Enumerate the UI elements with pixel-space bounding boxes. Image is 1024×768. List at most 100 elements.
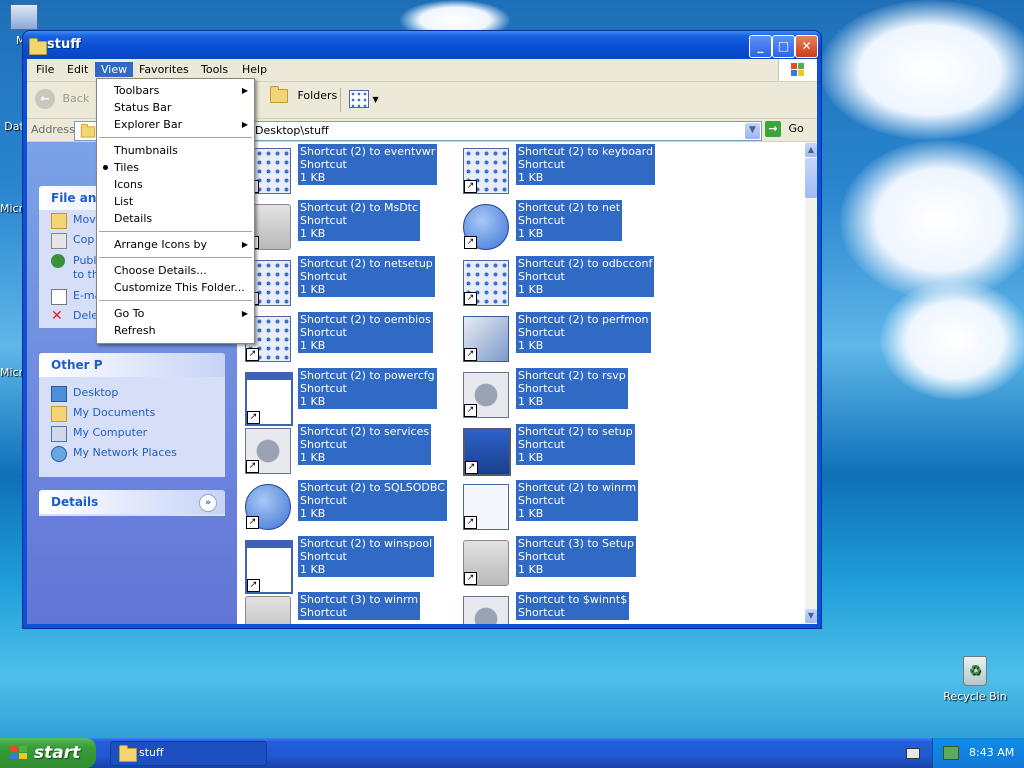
view-menu-item-thumbnails[interactable]: Thumbnails bbox=[97, 142, 254, 159]
file-tile[interactable]: ↗ Shortcut (2) to net Shortcut 1 KB bbox=[459, 200, 669, 250]
expand-chevron-icon[interactable]: » bbox=[199, 494, 217, 512]
email-icon bbox=[51, 289, 67, 305]
setup-icon: ↗ bbox=[463, 428, 511, 476]
file-name: Shortcut (2) to eventvwr bbox=[300, 145, 436, 158]
radio-bullet-icon bbox=[103, 165, 108, 170]
network-tray-icon[interactable] bbox=[943, 746, 959, 760]
view-menu-item-icons[interactable]: Icons bbox=[97, 176, 254, 193]
details-panel: Details » bbox=[39, 490, 225, 516]
address-label: Address bbox=[31, 123, 75, 136]
file-size: 1 KB bbox=[518, 507, 544, 520]
folder-icon bbox=[119, 745, 137, 762]
copy-icon bbox=[51, 233, 67, 249]
vertical-scrollbar[interactable]: ▲ ▼ bbox=[805, 142, 817, 624]
file-tile[interactable]: ↗ Shortcut (2) to perfmon Shortcut 1 KB bbox=[459, 312, 669, 362]
file-tile[interactable]: ↗ Shortcut (2) to keyboard Shortcut 1 KB bbox=[459, 144, 669, 194]
file-tile[interactable]: ↗Shortcut to $winnt$Shortcut bbox=[459, 592, 669, 624]
scroll-up-button[interactable]: ▲ bbox=[805, 143, 817, 157]
file-tile[interactable]: ↗ Shortcut (2) to powercfg Shortcut 1 KB bbox=[241, 368, 451, 426]
menu-view[interactable]: View bbox=[95, 62, 134, 77]
details-header[interactable]: Details » bbox=[39, 490, 225, 514]
file-type: Shortcut bbox=[300, 606, 347, 619]
shortcut-arrow-icon: ↗ bbox=[464, 292, 477, 305]
toolbar-separator bbox=[340, 88, 341, 112]
file-tile[interactable]: ↗ Shortcut (2) to oembios Shortcut 1 KB bbox=[241, 312, 451, 362]
other-places-my-documents[interactable]: My Documents bbox=[39, 403, 225, 423]
file-tile[interactable]: ↗ Shortcut (2) to winspool Shortcut 1 KB bbox=[241, 536, 451, 594]
file-size: 1 KB bbox=[518, 227, 544, 240]
perfmon-icon: ↗ bbox=[463, 316, 509, 362]
menu-favorites[interactable]: Favorites bbox=[133, 62, 195, 77]
file-tile[interactable]: ↗Shortcut (2) to eventvwrShortcut1 KB bbox=[241, 144, 451, 194]
cloud-decoration bbox=[840, 140, 1024, 300]
folders-button[interactable]: Folders bbox=[270, 86, 337, 103]
maximize-button[interactable]: □ bbox=[772, 35, 795, 58]
file-tile[interactable]: ↗ Shortcut (2) to odbcconf Shortcut 1 KB bbox=[459, 256, 669, 306]
file-tile-text: Shortcut (2) to keyboard Shortcut 1 KB bbox=[516, 144, 655, 185]
file-tile-text: Shortcut (2) to winrm Shortcut 1 KB bbox=[516, 480, 639, 521]
file-tile[interactable]: ↗ Shortcut (2) to setup Shortcut 1 KB bbox=[459, 424, 669, 476]
file-tile-text: Shortcut (2) to netsetup Shortcut 1 KB bbox=[298, 256, 435, 297]
file-tile[interactable]: ↗Shortcut (2) to MsDtcShortcut1 KB bbox=[241, 200, 451, 250]
file-name: Shortcut (2) to netsetup bbox=[300, 257, 433, 270]
back-button[interactable]: ← Back bbox=[35, 89, 89, 109]
view-menu-item-go-to[interactable]: Go To ▶ bbox=[97, 305, 254, 322]
file-type: Shortcut bbox=[300, 382, 347, 395]
view-menu-item-tiles[interactable]: Tiles bbox=[97, 159, 254, 176]
other-places-header[interactable]: Other P bbox=[39, 353, 225, 377]
keyboard-icon[interactable] bbox=[906, 748, 920, 759]
file-type: Shortcut bbox=[518, 382, 565, 395]
view-menu-item-refresh[interactable]: Refresh bbox=[97, 322, 254, 339]
file-tile[interactable]: ↗ Shortcut (2) to winrm Shortcut 1 KB bbox=[459, 480, 669, 530]
scroll-down-button[interactable]: ▼ bbox=[805, 609, 817, 623]
file-tile-text: Shortcut (2) to perfmon Shortcut 1 KB bbox=[516, 312, 651, 353]
menu-file[interactable]: File bbox=[30, 62, 60, 77]
menu-edit[interactable]: Edit bbox=[61, 62, 94, 77]
other-places-my-computer[interactable]: My Computer bbox=[39, 423, 225, 443]
file-type: Shortcut bbox=[300, 550, 347, 563]
clock[interactable]: 8:43 AM bbox=[969, 746, 1014, 759]
file-tile[interactable]: ↗ Shortcut (2) to services Shortcut 1 KB bbox=[241, 424, 451, 474]
app-icon: ↗ bbox=[463, 260, 509, 306]
file-tile-text: Shortcut (2) to eventvwr Shortcut 1 KB bbox=[298, 144, 438, 185]
taskbar-item-stuff[interactable]: stuff bbox=[110, 741, 267, 766]
menu-help[interactable]: Help bbox=[236, 62, 273, 77]
views-button[interactable]: ▼ bbox=[349, 90, 379, 108]
window-icon: ↗ bbox=[245, 540, 293, 594]
file-size: 1 KB bbox=[518, 451, 544, 464]
recycle-bin-desktop-icon[interactable]: ♻ Recycle Bin bbox=[940, 656, 1010, 703]
view-menu-item-details[interactable]: Details bbox=[97, 210, 254, 227]
file-tile[interactable]: ↗Shortcut (3) to winrmShortcut bbox=[241, 592, 451, 624]
shortcut-arrow-icon: ↗ bbox=[464, 236, 477, 249]
title-bar[interactable]: stuff _ □ ✕ bbox=[23, 31, 821, 59]
view-menu-item-customize-this-folder[interactable]: Customize This Folder... bbox=[97, 279, 254, 296]
start-button[interactable]: start bbox=[0, 738, 96, 768]
view-menu-item-choose-details[interactable]: Choose Details... bbox=[97, 262, 254, 279]
file-tile[interactable]: ↗ Shortcut (2) to rsvp Shortcut 1 KB bbox=[459, 368, 669, 418]
view-menu-item-arrange-icons-by[interactable]: Arrange Icons by ▶ bbox=[97, 236, 254, 253]
menu-tools[interactable]: Tools bbox=[195, 62, 234, 77]
help-icon: ↗ bbox=[463, 204, 509, 250]
view-menu-item-list[interactable]: List bbox=[97, 193, 254, 210]
go-button[interactable]: → Go bbox=[765, 121, 804, 137]
view-menu-item-explorer-bar[interactable]: Explorer Bar ▶ bbox=[97, 116, 254, 133]
file-tile[interactable]: ↗Shortcut (2) to netsetupShortcut1 KB bbox=[241, 256, 451, 306]
other-places-network[interactable]: My Network Places bbox=[39, 443, 225, 463]
scroll-thumb[interactable] bbox=[805, 158, 817, 198]
windows-logo-icon bbox=[778, 59, 817, 81]
minimize-button[interactable]: _ bbox=[749, 35, 772, 58]
window-title: stuff bbox=[47, 37, 81, 52]
file-tile[interactable]: ↗ Shortcut (2) to SQLSODBC Shortcut 1 KB bbox=[241, 480, 451, 530]
file-tile[interactable]: ↗ Shortcut (3) to Setup Shortcut 1 KB bbox=[459, 536, 669, 586]
file-type: Shortcut bbox=[518, 494, 565, 507]
address-dropdown-icon[interactable]: ▼ bbox=[745, 123, 760, 139]
file-type: Shortcut bbox=[518, 214, 565, 227]
close-button[interactable]: ✕ bbox=[795, 35, 818, 58]
view-menu-item-status-bar[interactable]: Status Bar bbox=[97, 99, 254, 116]
menu-item-label: Thumbnails bbox=[114, 144, 178, 157]
file-type: Shortcut bbox=[518, 606, 565, 619]
file-size: 1 KB bbox=[518, 339, 544, 352]
menu-separator bbox=[99, 137, 252, 138]
view-menu-item-toolbars[interactable]: Toolbars ▶ bbox=[97, 82, 254, 99]
other-places-desktop[interactable]: Desktop bbox=[39, 383, 225, 403]
